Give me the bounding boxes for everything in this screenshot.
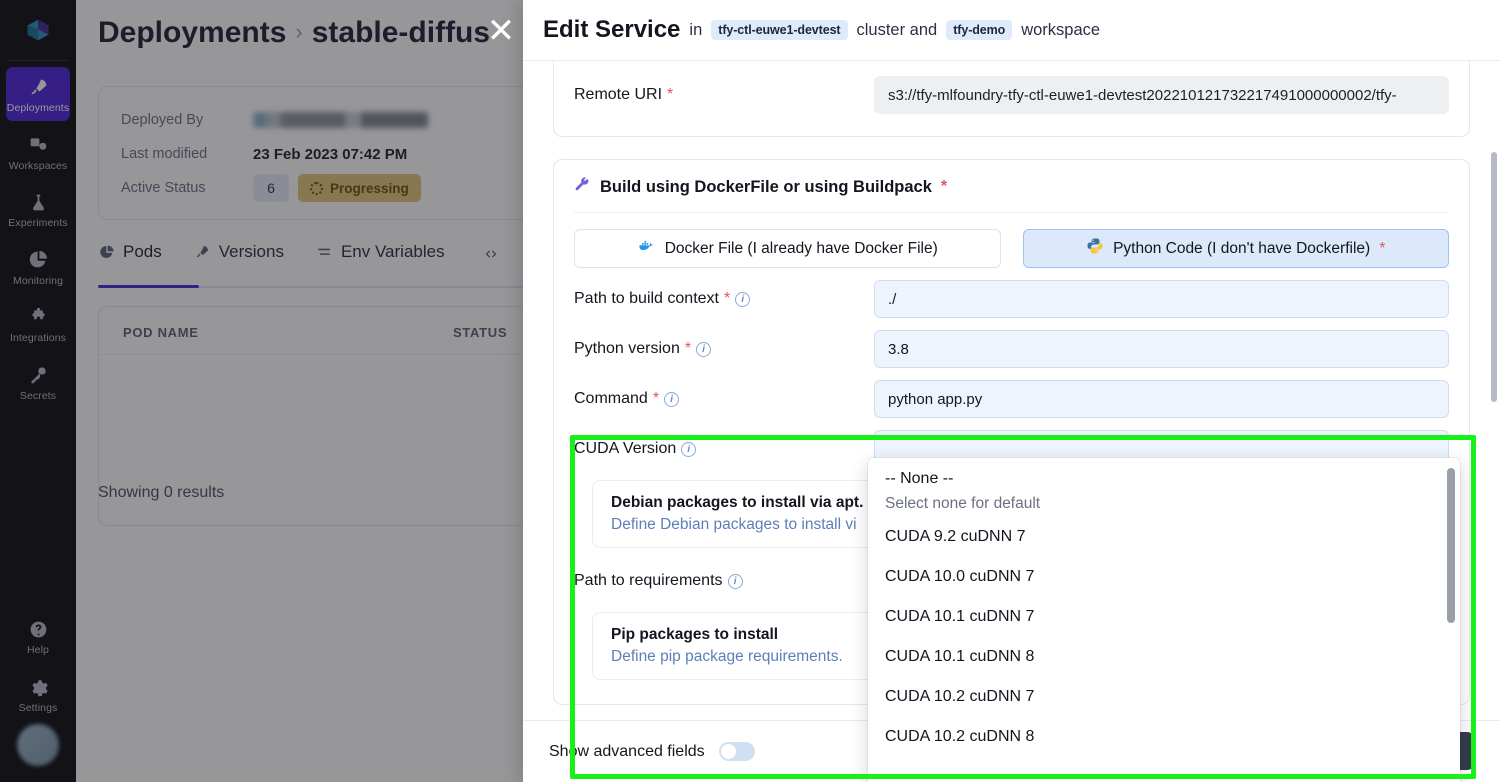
required-asterisk: * — [1379, 239, 1386, 257]
info-icon[interactable]: i — [727, 573, 743, 589]
dropdown-option-none-sub: Select none for default — [885, 495, 1041, 512]
modal-cluster-word: cluster and — [856, 20, 938, 39]
toggle-knob — [720, 744, 736, 759]
modal-scrollbar[interactable] — [1491, 152, 1497, 402]
dropdown-option[interactable]: CUDA 10.1 cuDNN 8 — [868, 637, 1460, 677]
field-label-text: Path to build context — [574, 290, 719, 307]
remote-uri-input[interactable]: s3://tfy-mlfoundry-tfy-ctl-euwe1-devtest… — [874, 76, 1449, 114]
field-label: Python version * i — [574, 340, 874, 358]
choice-label: Docker File (I already have Docker File) — [664, 239, 938, 257]
command-input[interactable]: python app.py — [874, 380, 1449, 418]
source-card: Remote URI * s3://tfy-mlfoundry-tfy-ctl-e… — [553, 61, 1470, 137]
python-icon — [1086, 237, 1104, 260]
modal-in-word: in — [689, 20, 703, 39]
docker-icon — [637, 237, 656, 261]
remote-uri-row: Remote URI * s3://tfy-mlfoundry-tfy-ctl-e… — [574, 70, 1449, 120]
dropdown-option-none[interactable]: -- None -- — [868, 467, 1460, 491]
build-section-title-text: Build using DockerFile or using Buildpac… — [600, 177, 932, 196]
modal-title: Edit Service — [543, 16, 681, 43]
python-version-input[interactable]: 3.8 — [874, 330, 1449, 368]
cluster-chip: tfy-ctl-euwe1-devtest — [711, 20, 848, 40]
remote-uri-label: Remote URI * — [574, 86, 874, 104]
dropdown-option[interactable]: CUDA 9.2 cuDNN 7 — [868, 517, 1460, 557]
advanced-fields-label: Show advanced fields — [549, 742, 705, 760]
modal-header: Edit Service in tfy-ctl-euwe1-devtest cl… — [523, 0, 1500, 61]
dropdown-option[interactable]: CUDA 10.2 cuDNN 8 — [868, 717, 1460, 757]
field-label: CUDA Version i — [574, 440, 874, 458]
info-icon[interactable]: i — [735, 291, 751, 307]
info-icon[interactable]: i — [664, 391, 680, 407]
advanced-fields-toggle[interactable] — [718, 742, 755, 761]
dropdown-scrollbar[interactable] — [1447, 468, 1455, 623]
field-python-version: Python version * i 3.8 — [574, 324, 1449, 374]
field-label-text: Path to requirements — [574, 572, 723, 589]
dropdown-option[interactable]: CUDA 10.0 cuDNN 7 — [868, 557, 1460, 597]
build-choice-row: Docker File (I already have Docker File)… — [574, 229, 1449, 268]
close-icon[interactable]: ✕ — [481, 11, 521, 51]
field-label-text: Python version — [574, 340, 680, 357]
build-section-title: Build using DockerFile or using Buildpac… — [574, 176, 1449, 213]
dropdown-option[interactable]: CUDA 10.2 cuDNN 7 — [868, 677, 1460, 717]
required-asterisk: * — [723, 290, 731, 307]
required-asterisk: * — [652, 390, 660, 407]
advanced-fields-toggle-wrap: Show advanced fields — [549, 742, 755, 761]
field-label-text: Command — [574, 390, 648, 407]
field-path-to-build-context: Path to build context * i ./ — [574, 274, 1449, 324]
wrench-icon — [574, 176, 591, 198]
choice-label: Python Code (I don't have Dockerfile) — [1113, 239, 1371, 257]
field-label: Path to requirements i — [574, 572, 743, 590]
dropdown-option[interactable]: CUDA 10.1 cuDNN 7 — [868, 597, 1460, 637]
workspace-chip: tfy-demo — [946, 20, 1013, 40]
path-to-build-context-input[interactable]: ./ — [874, 280, 1449, 318]
choice-docker-file[interactable]: Docker File (I already have Docker File) — [574, 229, 1001, 268]
field-label: Path to build context * i — [574, 290, 874, 308]
required-asterisk: * — [684, 340, 692, 357]
field-label: Command * i — [574, 390, 874, 408]
choice-python-code[interactable]: Python Code (I don't have Dockerfile) * — [1022, 229, 1449, 268]
field-label-text: CUDA Version — [574, 440, 677, 457]
info-icon[interactable]: i — [696, 341, 712, 357]
info-icon[interactable]: i — [681, 441, 697, 457]
required-asterisk: * — [940, 178, 948, 195]
modal-workspace-word: workspace — [1021, 20, 1101, 39]
remote-uri-label-text: Remote URI — [574, 86, 663, 103]
field-command: Command * i python app.py — [574, 374, 1449, 424]
cuda-version-dropdown[interactable]: -- None -- Select none for default CUDA … — [868, 458, 1460, 782]
required-asterisk: * — [667, 86, 674, 103]
